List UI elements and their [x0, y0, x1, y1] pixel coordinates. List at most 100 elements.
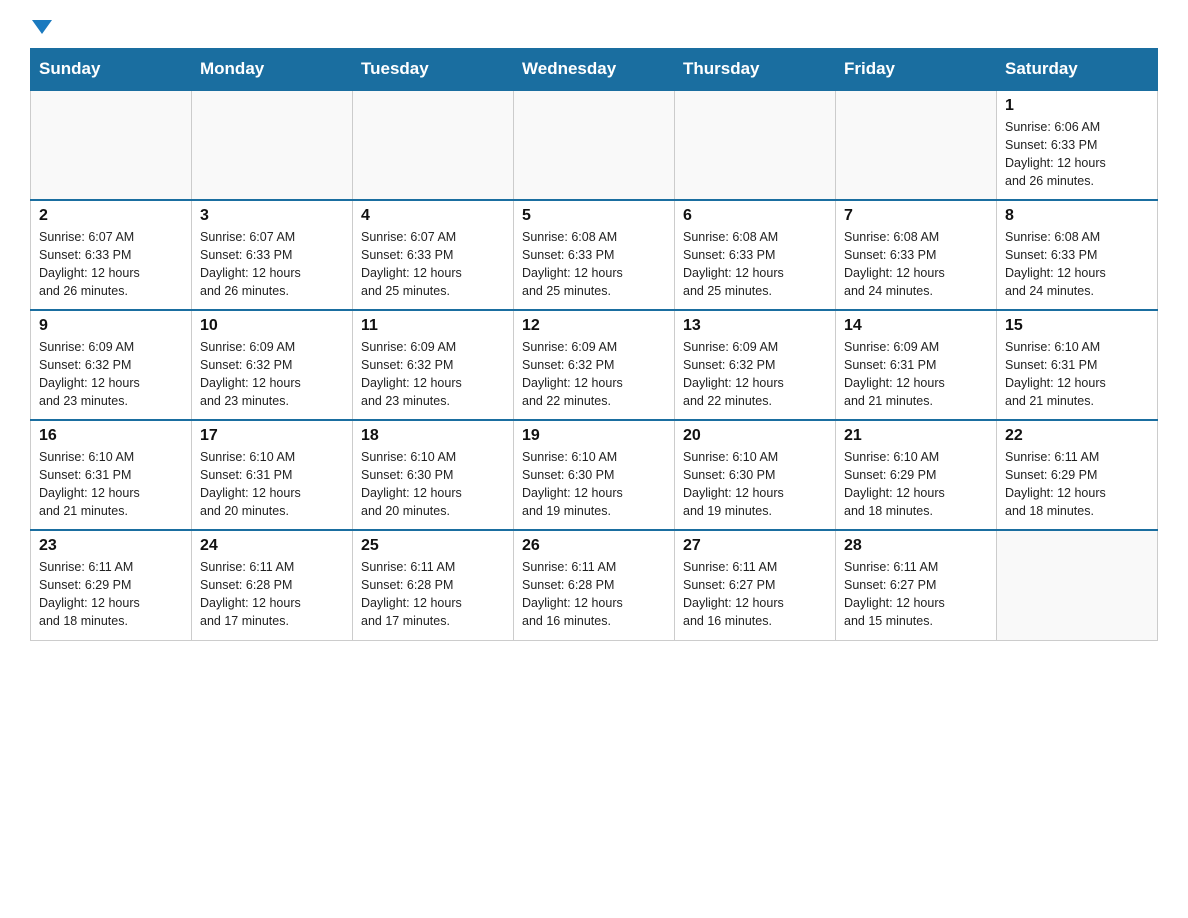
calendar-table: SundayMondayTuesdayWednesdayThursdayFrid…: [30, 48, 1158, 641]
col-header-friday: Friday: [836, 49, 997, 91]
calendar-cell: 25 Sunrise: 6:11 AM Sunset: 6:28 PM Dayli…: [353, 530, 514, 640]
calendar-cell: [353, 90, 514, 200]
calendar-cell: 6 Sunrise: 6:08 AM Sunset: 6:33 PM Daylig…: [675, 200, 836, 310]
day-number: 5: [522, 207, 666, 225]
calendar-cell: 13 Sunrise: 6:09 AM Sunset: 6:32 PM Dayli…: [675, 310, 836, 420]
calendar-cell: 21 Sunrise: 6:10 AM Sunset: 6:29 PM Dayli…: [836, 420, 997, 530]
day-info: Sunrise: 6:08 AM Sunset: 6:33 PM Dayligh…: [683, 228, 827, 301]
day-number: 13: [683, 317, 827, 335]
day-info: Sunrise: 6:10 AM Sunset: 6:30 PM Dayligh…: [683, 448, 827, 521]
col-header-monday: Monday: [192, 49, 353, 91]
calendar-cell: [836, 90, 997, 200]
calendar-cell: 8 Sunrise: 6:08 AM Sunset: 6:33 PM Daylig…: [997, 200, 1158, 310]
calendar-cell: 17Sunrise: 6:10 AM Sunset: 6:31 PM Dayli…: [192, 420, 353, 530]
day-info: Sunrise: 6:10 AM Sunset: 6:30 PM Dayligh…: [361, 448, 505, 521]
calendar-week-row: 23 Sunrise: 6:11 AM Sunset: 6:29 PM Dayli…: [31, 530, 1158, 640]
day-info: Sunrise: 6:07 AM Sunset: 6:33 PM Dayligh…: [39, 228, 183, 301]
day-number: 8: [1005, 207, 1149, 225]
calendar-cell: 5 Sunrise: 6:08 AM Sunset: 6:33 PM Daylig…: [514, 200, 675, 310]
col-header-wednesday: Wednesday: [514, 49, 675, 91]
calendar-cell: 22Sunrise: 6:11 AM Sunset: 6:29 PM Dayli…: [997, 420, 1158, 530]
calendar-cell: 7 Sunrise: 6:08 AM Sunset: 6:33 PM Daylig…: [836, 200, 997, 310]
day-info: Sunrise: 6:10 AM Sunset: 6:31 PM Dayligh…: [39, 448, 183, 521]
calendar-week-row: 16 Sunrise: 6:10 AM Sunset: 6:31 PM Dayli…: [31, 420, 1158, 530]
day-number: 28: [844, 537, 988, 555]
day-number: 24: [200, 537, 344, 555]
day-number: 4: [361, 207, 505, 225]
calendar-week-row: 2 Sunrise: 6:07 AM Sunset: 6:33 PM Daylig…: [31, 200, 1158, 310]
day-number: 12: [522, 317, 666, 335]
calendar-cell: 9 Sunrise: 6:09 AM Sunset: 6:32 PM Daylig…: [31, 310, 192, 420]
day-info: Sunrise: 6:07 AM Sunset: 6:33 PM Dayligh…: [200, 228, 344, 301]
day-number: 26: [522, 537, 666, 555]
day-info: Sunrise: 6:07 AM Sunset: 6:33 PM Dayligh…: [361, 228, 505, 301]
day-info: Sunrise: 6:09 AM Sunset: 6:32 PM Dayligh…: [39, 338, 183, 411]
day-info: Sunrise: 6:09 AM Sunset: 6:32 PM Dayligh…: [200, 338, 344, 411]
day-info: Sunrise: 6:09 AM Sunset: 6:31 PM Dayligh…: [844, 338, 988, 411]
calendar-cell: 2 Sunrise: 6:07 AM Sunset: 6:33 PM Daylig…: [31, 200, 192, 310]
day-info: Sunrise: 6:11 AM Sunset: 6:28 PM Dayligh…: [200, 558, 344, 631]
calendar-cell: 20 Sunrise: 6:10 AM Sunset: 6:30 PM Dayli…: [675, 420, 836, 530]
day-number: 14: [844, 317, 988, 335]
day-number: 21: [844, 427, 988, 445]
day-number: 6: [683, 207, 827, 225]
day-number: 23: [39, 537, 183, 555]
day-number: 15: [1005, 317, 1149, 335]
day-info: Sunrise: 6:08 AM Sunset: 6:33 PM Dayligh…: [844, 228, 988, 301]
calendar-cell: 12 Sunrise: 6:09 AM Sunset: 6:32 PM Dayli…: [514, 310, 675, 420]
calendar-cell: 3 Sunrise: 6:07 AM Sunset: 6:33 PM Daylig…: [192, 200, 353, 310]
calendar-week-row: 1Sunrise: 6:06 AM Sunset: 6:33 PM Daylig…: [31, 90, 1158, 200]
day-number: 2: [39, 207, 183, 225]
day-number: 1: [1005, 97, 1149, 115]
day-info: Sunrise: 6:10 AM Sunset: 6:29 PM Dayligh…: [844, 448, 988, 521]
calendar-cell: 16 Sunrise: 6:10 AM Sunset: 6:31 PM Dayli…: [31, 420, 192, 530]
day-info: Sunrise: 6:09 AM Sunset: 6:32 PM Dayligh…: [683, 338, 827, 411]
col-header-tuesday: Tuesday: [353, 49, 514, 91]
day-number: 10: [200, 317, 344, 335]
calendar-cell: 11 Sunrise: 6:09 AM Sunset: 6:32 PM Dayli…: [353, 310, 514, 420]
day-info: Sunrise: 6:11 AM Sunset: 6:28 PM Dayligh…: [361, 558, 505, 631]
day-info: Sunrise: 6:08 AM Sunset: 6:33 PM Dayligh…: [522, 228, 666, 301]
col-header-saturday: Saturday: [997, 49, 1158, 91]
calendar-cell: 18Sunrise: 6:10 AM Sunset: 6:30 PM Dayli…: [353, 420, 514, 530]
calendar-cell: 26Sunrise: 6:11 AM Sunset: 6:28 PM Dayli…: [514, 530, 675, 640]
calendar-week-row: 9 Sunrise: 6:09 AM Sunset: 6:32 PM Daylig…: [31, 310, 1158, 420]
day-info: Sunrise: 6:11 AM Sunset: 6:27 PM Dayligh…: [683, 558, 827, 631]
day-info: Sunrise: 6:09 AM Sunset: 6:32 PM Dayligh…: [522, 338, 666, 411]
day-number: 7: [844, 207, 988, 225]
header: [30, 20, 1158, 38]
day-number: 17: [200, 427, 344, 445]
logo: [30, 20, 52, 38]
calendar-cell: [514, 90, 675, 200]
day-number: 20: [683, 427, 827, 445]
day-info: Sunrise: 6:09 AM Sunset: 6:32 PM Dayligh…: [361, 338, 505, 411]
day-number: 9: [39, 317, 183, 335]
calendar-cell: 4 Sunrise: 6:07 AM Sunset: 6:33 PM Daylig…: [353, 200, 514, 310]
calendar-cell: 28 Sunrise: 6:11 AM Sunset: 6:27 PM Dayli…: [836, 530, 997, 640]
day-number: 25: [361, 537, 505, 555]
day-info: Sunrise: 6:11 AM Sunset: 6:29 PM Dayligh…: [39, 558, 183, 631]
day-number: 3: [200, 207, 344, 225]
calendar-cell: [192, 90, 353, 200]
day-info: Sunrise: 6:10 AM Sunset: 6:30 PM Dayligh…: [522, 448, 666, 521]
calendar-cell: 14 Sunrise: 6:09 AM Sunset: 6:31 PM Dayli…: [836, 310, 997, 420]
day-number: 11: [361, 317, 505, 335]
calendar-cell: 24 Sunrise: 6:11 AM Sunset: 6:28 PM Dayli…: [192, 530, 353, 640]
calendar-cell: [675, 90, 836, 200]
calendar-cell: 15 Sunrise: 6:10 AM Sunset: 6:31 PM Dayli…: [997, 310, 1158, 420]
calendar-cell: 27 Sunrise: 6:11 AM Sunset: 6:27 PM Dayli…: [675, 530, 836, 640]
calendar-cell: [31, 90, 192, 200]
day-number: 27: [683, 537, 827, 555]
calendar-cell: 19 Sunrise: 6:10 AM Sunset: 6:30 PM Dayli…: [514, 420, 675, 530]
calendar-cell: [997, 530, 1158, 640]
day-number: 19: [522, 427, 666, 445]
day-number: 16: [39, 427, 183, 445]
day-info: Sunrise: 6:11 AM Sunset: 6:27 PM Dayligh…: [844, 558, 988, 631]
day-info: Sunrise: 6:10 AM Sunset: 6:31 PM Dayligh…: [1005, 338, 1149, 411]
logo-triangle-icon: [32, 20, 52, 34]
day-info: Sunrise: 6:08 AM Sunset: 6:33 PM Dayligh…: [1005, 228, 1149, 301]
calendar-cell: 23 Sunrise: 6:11 AM Sunset: 6:29 PM Dayli…: [31, 530, 192, 640]
day-info: Sunrise: 6:11 AM Sunset: 6:29 PM Dayligh…: [1005, 448, 1149, 521]
calendar-header-row: SundayMondayTuesdayWednesdayThursdayFrid…: [31, 49, 1158, 91]
col-header-sunday: Sunday: [31, 49, 192, 91]
